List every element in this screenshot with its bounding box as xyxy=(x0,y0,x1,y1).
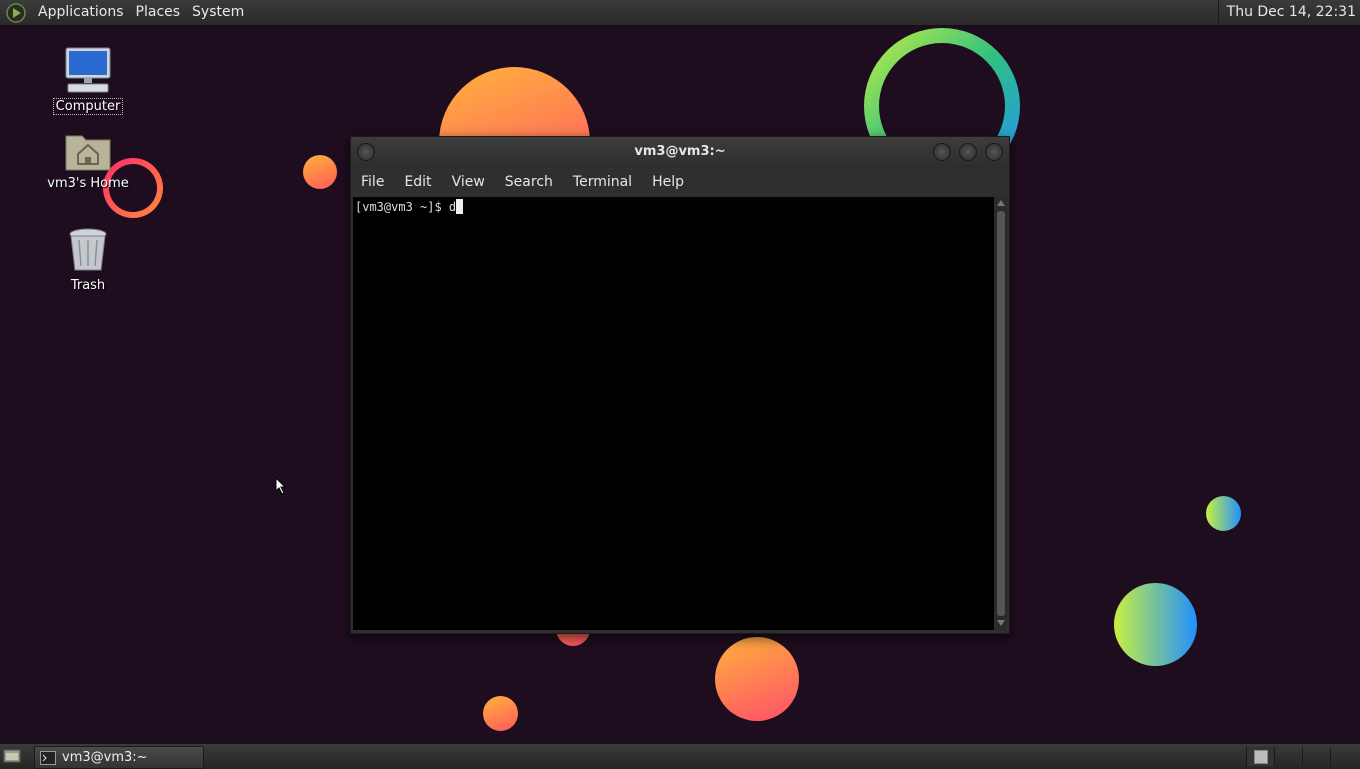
desktop-icon-computer[interactable]: Computer xyxy=(43,46,133,115)
desktop-label-trash: Trash xyxy=(70,278,106,293)
close-button[interactable] xyxy=(985,143,1003,161)
window-titlebar[interactable]: vm3@vm3:~ xyxy=(351,137,1009,167)
window-title: vm3@vm3:~ xyxy=(634,144,726,159)
applications-menu[interactable]: Applications xyxy=(32,0,130,25)
gnome-foot-icon[interactable] xyxy=(6,2,26,23)
wallpaper-green-blue-dot xyxy=(1206,496,1241,531)
terminal-window: vm3@vm3:~ File Edit View Search Terminal… xyxy=(350,136,1010,634)
maximize-button[interactable] xyxy=(959,143,977,161)
wallpaper-green-blue-circle xyxy=(1114,583,1197,666)
wallpaper-orange-circle-mid xyxy=(715,637,799,721)
desktop-label-computer: Computer xyxy=(52,98,124,115)
top-panel: Applications Places System Thu Dec 14, 2… xyxy=(0,0,1360,26)
desktop-icon-home[interactable]: vm3's Home xyxy=(43,128,133,191)
trash-icon xyxy=(69,228,107,271)
scroll-thumb[interactable] xyxy=(997,211,1005,616)
desktop-icon-trash[interactable]: Trash xyxy=(43,226,133,293)
scroll-up-arrow[interactable] xyxy=(997,200,1005,206)
system-menu[interactable]: System xyxy=(186,0,250,25)
terminal-menubar: File Edit View Search Terminal Help xyxy=(351,167,1009,197)
menu-view[interactable]: View xyxy=(442,174,495,190)
wallpaper-orange-dot-bottom xyxy=(483,696,518,731)
text-cursor xyxy=(456,199,464,214)
show-desktop-icon[interactable] xyxy=(3,748,21,764)
bottom-panel: vm3@vm3:~ xyxy=(0,743,1360,769)
wallpaper-orange-dot xyxy=(303,155,337,189)
menu-search[interactable]: Search xyxy=(495,174,563,190)
typed-input: d xyxy=(448,200,457,214)
terminal-line: [vm3@vm3 ~]$ d xyxy=(355,199,464,215)
menu-file[interactable]: File xyxy=(351,174,394,190)
workspace-1[interactable] xyxy=(1246,747,1275,766)
home-folder-icon xyxy=(65,135,111,171)
places-menu[interactable]: Places xyxy=(130,0,187,25)
menu-help[interactable]: Help xyxy=(642,174,694,190)
terminal-icon xyxy=(40,750,56,765)
computer-icon xyxy=(65,47,111,93)
minimize-button[interactable] xyxy=(933,143,951,161)
workspace-4[interactable] xyxy=(1330,747,1359,766)
scroll-down-arrow[interactable] xyxy=(997,620,1005,626)
shell-prompt: [vm3@vm3 ~]$ xyxy=(355,200,449,214)
workspace-3[interactable] xyxy=(1302,747,1331,766)
clock[interactable]: Thu Dec 14, 22:31 xyxy=(1217,0,1356,25)
mouse-pointer-icon xyxy=(275,477,287,495)
desktop-label-home: vm3's Home xyxy=(47,176,129,191)
terminal-scrollbar[interactable] xyxy=(995,197,1007,630)
menu-terminal[interactable]: Terminal xyxy=(563,174,642,190)
workspace-2[interactable] xyxy=(1274,747,1303,766)
taskbar-item-terminal[interactable]: vm3@vm3:~ xyxy=(34,746,204,769)
taskbar-item-label: vm3@vm3:~ xyxy=(62,750,148,765)
workspace-window-preview xyxy=(1254,750,1268,764)
menu-edit[interactable]: Edit xyxy=(394,174,441,190)
terminal-area[interactable]: [vm3@vm3 ~]$ d xyxy=(353,197,994,630)
